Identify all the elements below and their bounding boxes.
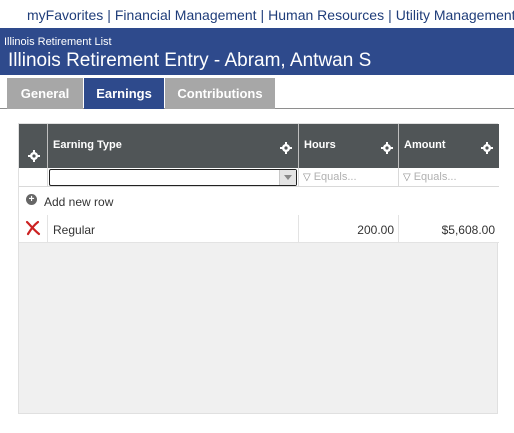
column-header-actions — [19, 124, 48, 168]
add-new-row-label: Add new row — [44, 195, 114, 209]
row-actions-cell — [19, 215, 48, 243]
gear-icon[interactable] — [28, 150, 40, 162]
amount-filter-placeholder: Equals... — [413, 171, 457, 183]
cell-earning-type[interactable]: Regular — [48, 215, 299, 243]
earning-type-filter-select[interactable] — [49, 169, 297, 186]
earning-type-value: Regular — [53, 223, 96, 237]
filter-icon[interactable]: ▽ — [403, 172, 411, 183]
top-nav: myFavorites | Financial Management | Human R… — [0, 0, 514, 28]
nav-utility-management[interactable]: Utility Management — [396, 7, 514, 23]
gear-icon[interactable] — [381, 142, 393, 154]
gear-icon[interactable] — [280, 142, 292, 154]
earnings-grid: Earning Type Hours Amount ▽ Equals... ▽ … — [18, 123, 499, 414]
filter-cell-hours: ▽ Equals... — [299, 168, 399, 187]
column-header-label: Earning Type — [53, 139, 122, 151]
nav-separator: | — [260, 7, 265, 23]
chevron-down-icon[interactable] — [279, 170, 296, 185]
column-header-hours[interactable]: Hours — [299, 124, 399, 168]
cell-amount[interactable]: $5,608.00 — [399, 215, 499, 243]
cell-hours[interactable]: 200.00 — [299, 215, 399, 243]
gear-icon[interactable] — [481, 142, 493, 154]
table-row: Regular 200.00 $5,608.00 — [19, 215, 499, 243]
amount-value: $5,608.00 — [441, 223, 495, 237]
plus-icon: + — [26, 194, 37, 205]
column-header-label: Hours — [304, 139, 336, 151]
tab-contributions[interactable]: Contributions — [165, 78, 275, 109]
filter-cell-amount: ▽ Equals... — [399, 168, 499, 187]
filter-icon[interactable]: ▽ — [303, 172, 311, 183]
delete-icon[interactable] — [25, 220, 41, 236]
filter-row: ▽ Equals... ▽ Equals... — [19, 168, 499, 187]
grid-header: Earning Type Hours Amount — [19, 124, 499, 168]
hours-filter-placeholder: Equals... — [313, 171, 357, 183]
column-header-amount[interactable]: Amount — [399, 124, 499, 168]
tab-general[interactable]: General — [7, 78, 83, 109]
column-header-earning-type[interactable]: Earning Type — [48, 124, 299, 168]
nav-my-favorites[interactable]: myFavorites — [27, 7, 103, 23]
page-title: Illinois Retirement Entry - Abram, Antwa… — [8, 50, 372, 71]
add-new-row-button[interactable]: + Add new row — [19, 187, 499, 215]
hours-value: 200.00 — [357, 223, 394, 237]
nav-separator: | — [388, 7, 392, 23]
nav-financial-management[interactable]: Financial Management — [115, 7, 257, 23]
filter-cell-earning-type — [48, 168, 299, 187]
tab-earnings[interactable]: Earnings — [84, 78, 164, 109]
nav-separator: | — [107, 7, 111, 23]
hours-filter-input[interactable]: ▽ Equals... — [303, 171, 357, 183]
nav-human-resources[interactable]: Human Resources — [268, 7, 384, 23]
amount-filter-input[interactable]: ▽ Equals... — [403, 171, 457, 183]
tab-bar: General Earnings Contributions — [0, 75, 514, 109]
page-header: Illinois Retirement List Illinois Retire… — [0, 28, 514, 75]
filter-cell-empty — [19, 168, 48, 187]
page: myFavorites | Financial Management | Human R… — [0, 0, 514, 433]
column-header-label: Amount — [404, 139, 446, 151]
top-nav-links: myFavorites | Financial Management | Human R… — [27, 7, 514, 23]
breadcrumb[interactable]: Illinois Retirement List — [4, 36, 112, 48]
